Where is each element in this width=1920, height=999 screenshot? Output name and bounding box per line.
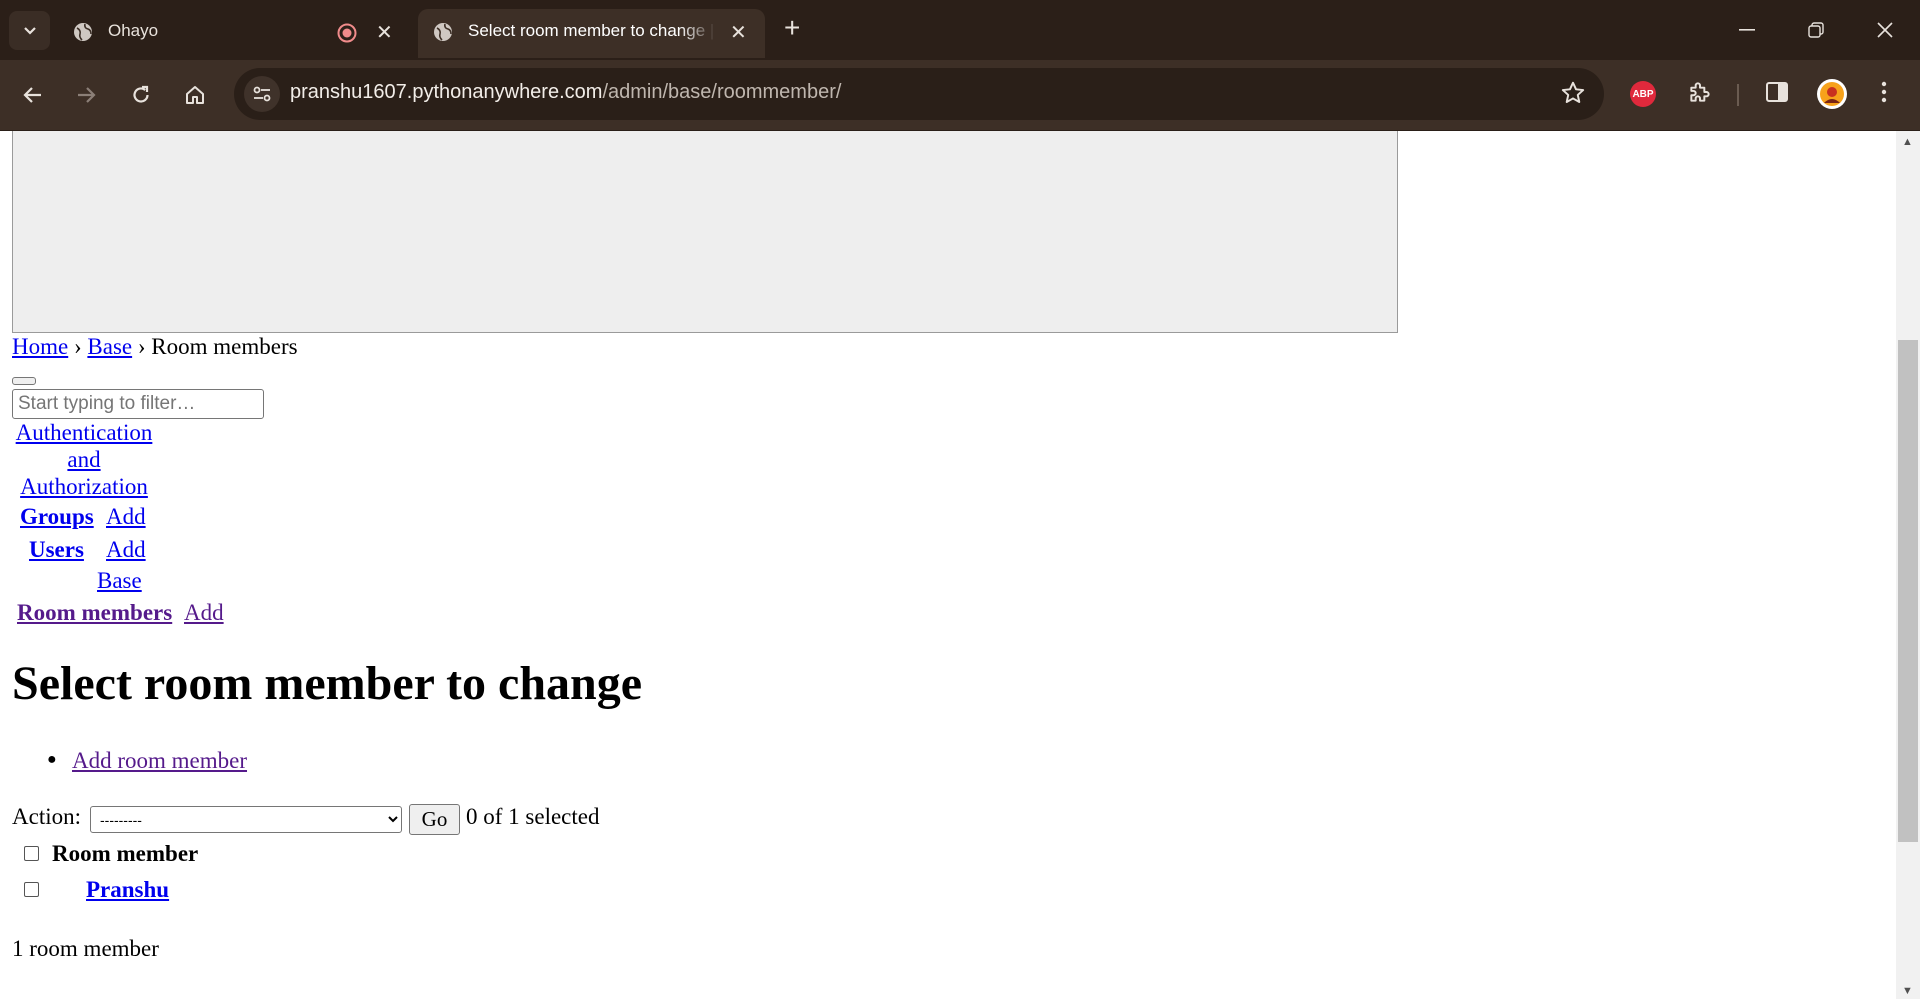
action-label: Action: bbox=[12, 804, 81, 829]
nav-row-users: Users bbox=[29, 537, 84, 563]
nav-row-users-add: Add bbox=[106, 537, 146, 563]
nav-groups-link[interactable]: Groups bbox=[20, 504, 94, 529]
record-icon bbox=[337, 23, 357, 43]
nav-roommembers-link[interactable]: Room members bbox=[17, 600, 172, 625]
adblock-extension-icon[interactable]: ABP bbox=[1630, 81, 1656, 107]
select-all-checkbox[interactable] bbox=[24, 846, 39, 861]
page-title: Select room member to change bbox=[12, 657, 643, 710]
column-header-room-member[interactable]: Room member bbox=[52, 841, 198, 867]
nav-row-groups-add: Add bbox=[106, 504, 146, 530]
tune-icon bbox=[253, 86, 271, 102]
tab-title: Ohayo bbox=[108, 21, 159, 40]
breadcrumb-separator: › bbox=[73, 334, 82, 359]
arrow-left-icon bbox=[23, 87, 41, 103]
arrow-right-icon bbox=[78, 87, 96, 103]
tab-ohayo[interactable]: Ohayo ✕ bbox=[58, 9, 408, 58]
nav-users-link[interactable]: Users bbox=[29, 537, 84, 562]
window-close-icon[interactable] bbox=[1876, 21, 1894, 39]
go-button[interactable]: Go bbox=[409, 804, 460, 835]
nav-roommembers-add-link[interactable]: Add bbox=[184, 600, 224, 625]
puzzle-icon[interactable] bbox=[1687, 79, 1713, 105]
abp-label: ABP bbox=[1632, 88, 1654, 100]
row-checkbox[interactable] bbox=[24, 882, 39, 897]
nav-caption-line: Authentication bbox=[15, 420, 153, 445]
chevron-down-icon bbox=[23, 26, 36, 35]
star-icon[interactable] bbox=[1560, 80, 1586, 106]
nav-caption-line: and bbox=[67, 447, 101, 472]
profile-avatar[interactable] bbox=[1817, 79, 1847, 109]
nav-row-roommembers: Room members bbox=[17, 600, 172, 626]
site-header bbox=[12, 131, 1398, 333]
breadcrumb: Home › Base › Room members bbox=[12, 334, 298, 360]
table-row-link[interactable]: Pranshu bbox=[86, 877, 169, 903]
scroll-down-arrow-icon[interactable]: ▼ bbox=[1902, 985, 1913, 997]
toggle-nav-sidebar-button[interactable] bbox=[12, 377, 36, 385]
add-room-member-link[interactable]: Add room member bbox=[72, 748, 247, 774]
kebab-menu-icon[interactable] bbox=[1881, 81, 1887, 103]
scroll-up-arrow-icon[interactable]: ▲ bbox=[1902, 136, 1913, 148]
tab-title: Select room member to change | Django si… bbox=[468, 21, 716, 40]
reload-button[interactable] bbox=[124, 78, 158, 112]
url-host: pranshu1607.pythonanywhere.com bbox=[290, 81, 603, 103]
address-bar[interactable]: pranshu1607.pythonanywhere.com/admin/bas… bbox=[234, 68, 1604, 120]
restore-icon[interactable] bbox=[1808, 22, 1824, 38]
browser-tab-strip: Ohayo ✕ Select room member to change | D… bbox=[0, 0, 1920, 60]
nav-app-auth-link[interactable]: Authentication and Authorization bbox=[16, 420, 153, 499]
scrollbar-thumb[interactable] bbox=[1898, 340, 1918, 842]
plus-icon: + bbox=[784, 12, 801, 43]
breadcrumb-current: Room members bbox=[151, 334, 298, 359]
nav-row-roommembers-add: Add bbox=[184, 600, 224, 626]
close-icon[interactable]: ✕ bbox=[730, 20, 747, 45]
site-info-button[interactable] bbox=[244, 76, 280, 112]
back-button[interactable] bbox=[16, 78, 50, 112]
action-select[interactable]: --------- bbox=[90, 806, 402, 833]
nav-caption-line: Authorization bbox=[20, 474, 148, 499]
toolbar-separator bbox=[1737, 84, 1739, 106]
selected-count: 0 of 1 selected bbox=[466, 804, 600, 829]
tab-search-button[interactable] bbox=[9, 11, 50, 50]
nav-app-auth-caption[interactable]: Authentication and Authorization bbox=[12, 419, 156, 500]
nav-app-base-caption: Base bbox=[97, 568, 142, 594]
breadcrumb-home[interactable]: Home bbox=[12, 334, 68, 359]
breadcrumb-base[interactable]: Base bbox=[87, 334, 132, 359]
new-tab-button[interactable]: + bbox=[784, 14, 800, 42]
nav-row-groups: Groups bbox=[20, 504, 94, 530]
bullet-icon: ● bbox=[47, 751, 57, 768]
avatar-icon bbox=[1820, 82, 1844, 106]
reload-icon bbox=[133, 85, 149, 103]
breadcrumb-separator: › bbox=[137, 334, 146, 359]
close-icon[interactable]: ✕ bbox=[376, 20, 393, 45]
url-text[interactable]: pranshu1607.pythonanywhere.com/admin/bas… bbox=[290, 81, 841, 104]
page-viewport: Home › Base › Room members Authenticatio… bbox=[0, 131, 1896, 999]
home-icon bbox=[186, 86, 204, 104]
nav-groups-add-link[interactable]: Add bbox=[106, 504, 146, 529]
nav-users-add-link[interactable]: Add bbox=[106, 537, 146, 562]
globe-icon bbox=[74, 23, 92, 41]
minimize-icon[interactable] bbox=[1739, 29, 1755, 31]
paginator: 1 room member bbox=[12, 936, 159, 961]
nav-app-base-link[interactable]: Base bbox=[97, 568, 142, 593]
forward-button[interactable] bbox=[69, 78, 103, 112]
side-panel-icon[interactable] bbox=[1765, 81, 1789, 103]
globe-icon bbox=[434, 23, 452, 41]
nav-filter-input[interactable] bbox=[12, 389, 264, 419]
url-path: /admin/base/roommember/ bbox=[602, 81, 842, 103]
home-button[interactable] bbox=[178, 78, 212, 112]
tab-room-member[interactable]: Select room member to change | Django si… bbox=[418, 9, 765, 58]
